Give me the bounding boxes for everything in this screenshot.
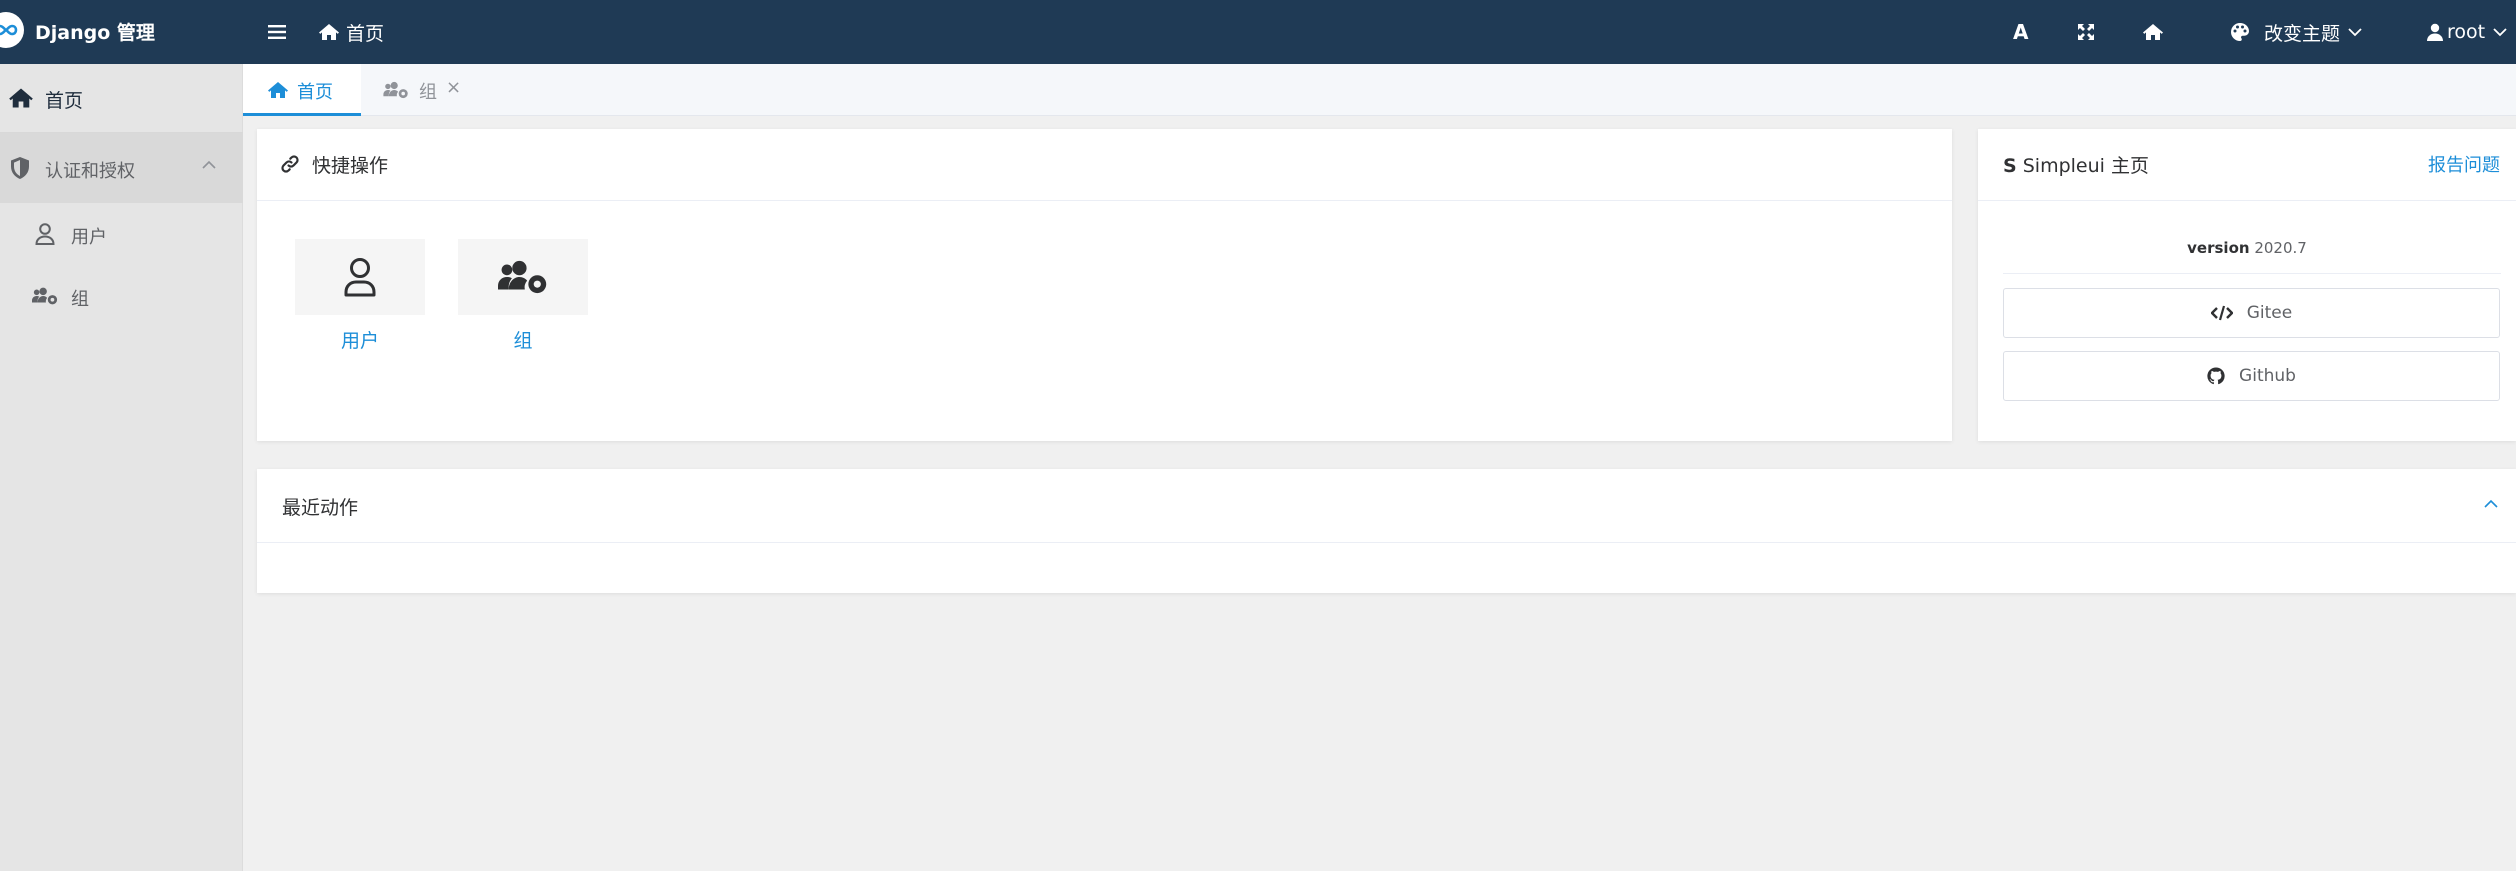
card-header: 快捷操作	[257, 129, 1952, 201]
sidebar-item-groups[interactable]: 组	[0, 265, 243, 327]
quick-action-groups-link[interactable]: 组	[458, 326, 588, 353]
chevron-up-icon	[202, 160, 216, 169]
tab-label: 首页	[297, 82, 333, 103]
quick-action-users-link[interactable]: 用户	[295, 326, 425, 353]
gitee-button[interactable]: Gitee	[2003, 288, 2500, 338]
chevron-up-icon[interactable]	[2484, 499, 2498, 509]
close-icon[interactable]: ×	[446, 77, 461, 98]
user-icon	[344, 258, 376, 297]
hamburger-icon	[268, 25, 286, 39]
recent-actions-card: 最近动作	[257, 469, 2516, 593]
simpleui-card: S Simpleui 主页 报告问题 version 2020.7 Gitee …	[1978, 129, 2516, 441]
top-navbar: Django 管理 首页 A 改变主题 root	[0, 0, 2516, 64]
menu-toggle-button[interactable]	[268, 0, 286, 64]
expand-icon	[2078, 24, 2094, 40]
sidebar: 首页 认证和授权 用户 组	[0, 64, 243, 871]
sidebar-item-users[interactable]: 用户	[0, 203, 243, 265]
card-title-text: Simpleui 主页	[2022, 155, 2149, 177]
link-icon	[281, 155, 299, 173]
card-header: 最近动作	[257, 469, 2516, 543]
home-icon	[319, 24, 339, 40]
tab-groups[interactable]: 组 ×	[383, 64, 493, 116]
sidebar-item-label: 认证和授权	[45, 161, 135, 182]
brand[interactable]: Django 管理	[0, 0, 243, 64]
theme-dropdown[interactable]: 改变主题	[2230, 0, 2362, 64]
quick-action-groups-tile[interactable]	[458, 239, 588, 315]
sidebar-item-auth[interactable]: 认证和授权	[0, 133, 243, 203]
simpleui-s-icon: S	[2003, 155, 2017, 177]
home-icon	[2143, 24, 2163, 40]
quick-actions-card: 快捷操作 用户 组	[257, 129, 1952, 441]
github-button[interactable]: Github	[2003, 351, 2500, 401]
quick-action-users-tile[interactable]	[295, 239, 425, 315]
font-icon: A	[2013, 20, 2029, 44]
report-issue-link[interactable]: 报告问题	[2428, 151, 2500, 177]
sidebar-item-label: 首页	[45, 90, 84, 112]
code-icon	[2210, 305, 2233, 321]
user-icon	[2427, 23, 2443, 41]
tab-label: 组	[419, 82, 437, 103]
user-name: root	[2447, 21, 2486, 43]
github-label: Github	[2239, 366, 2296, 386]
gitee-label: Gitee	[2246, 303, 2293, 323]
version-info: version 2020.7	[1978, 239, 2516, 257]
chevron-down-icon	[2493, 28, 2507, 37]
card-title: 快捷操作	[312, 155, 389, 177]
home-icon	[9, 88, 33, 108]
card-header: S Simpleui 主页 报告问题	[1978, 129, 2516, 201]
home-button[interactable]	[2142, 0, 2164, 64]
home-icon	[268, 82, 288, 98]
users-cog-icon	[32, 287, 58, 305]
logo-icon	[0, 12, 24, 48]
github-icon	[2207, 367, 2225, 385]
app-title: Django 管理	[35, 22, 155, 44]
divider	[2003, 273, 2501, 274]
breadcrumb-home[interactable]: 首页	[318, 0, 384, 64]
user-dropdown[interactable]: root	[2427, 0, 2507, 64]
user-icon	[35, 223, 55, 245]
palette-icon	[2231, 23, 2249, 41]
card-title: S Simpleui 主页	[2003, 151, 2149, 178]
users-cog-icon	[383, 81, 408, 99]
breadcrumb-home-label: 首页	[346, 22, 385, 45]
theme-label: 改变主题	[2264, 22, 2341, 45]
font-size-button[interactable]: A	[2013, 0, 2028, 64]
shield-icon	[11, 157, 29, 179]
version-value: 2020.7	[2254, 239, 2307, 257]
sidebar-item-home[interactable]: 首页	[0, 64, 243, 133]
chevron-down-icon	[2348, 28, 2362, 37]
fullscreen-button[interactable]	[2077, 0, 2095, 64]
tabs-bar: 首页 组 ×	[243, 64, 2516, 116]
users-cog-icon	[498, 260, 547, 294]
tab-home[interactable]: 首页	[243, 64, 361, 116]
sidebar-item-label: 用户	[71, 227, 107, 248]
sidebar-item-label: 组	[71, 289, 89, 310]
card-title: 最近动作	[282, 497, 359, 519]
version-label: version	[2187, 239, 2250, 257]
